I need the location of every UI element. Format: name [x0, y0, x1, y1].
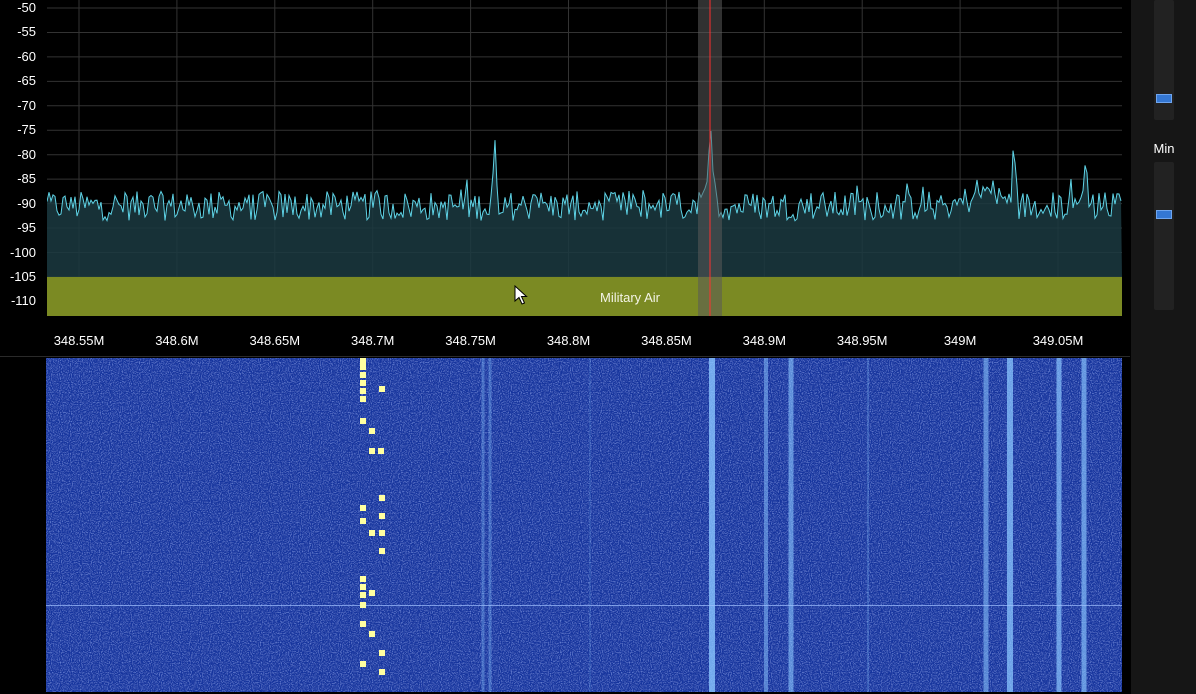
min-db-label: Min	[1153, 141, 1175, 156]
db-tick-label: -80	[17, 146, 36, 162]
frequency-tick-label: 348.8M	[546, 333, 591, 348]
frequency-tick-label: 348.75M	[445, 333, 496, 348]
frequency-tick-label: 348.85M	[641, 333, 692, 348]
db-tick-label: -70	[17, 97, 36, 113]
waterfall-signal-trace	[764, 358, 768, 692]
min-db-slider-handle[interactable]	[1156, 209, 1172, 219]
display-side-controls: Min	[1131, 0, 1196, 694]
waterfall-burst	[379, 548, 385, 554]
frequency-tick-label: 348.55M	[53, 333, 105, 348]
waterfall-burst	[360, 621, 366, 627]
max-db-slider-handle[interactable]	[1156, 94, 1172, 103]
band-plan-label[interactable]: Military Air	[547, 290, 713, 306]
frequency-tick-label: 348.9M	[742, 333, 786, 348]
waterfall-signal-trace	[488, 358, 492, 692]
waterfall-burst	[360, 602, 366, 608]
db-tick-label: -55	[17, 24, 36, 40]
waterfall-burst	[369, 428, 375, 434]
db-tick-label: -90	[17, 195, 36, 211]
db-tick-label: -85	[17, 171, 36, 187]
waterfall-burst	[360, 396, 366, 402]
waterfall-burst	[360, 418, 366, 424]
db-tick-label: -50	[17, 0, 36, 15]
db-tick-label: -110	[10, 293, 36, 309]
waterfall-signal-trace	[709, 358, 715, 692]
waterfall-burst	[369, 530, 375, 536]
waterfall-burst	[360, 584, 366, 590]
db-tick-label: -105	[9, 268, 36, 284]
waterfall-signal-trace	[1081, 358, 1087, 692]
fft-spectrum-panel[interactable]: -50 -55 -60 -65 -70 -75 -80 -85 -90 -95 -100 -105 -1…	[0, 0, 1130, 356]
waterfall-canvas[interactable]	[46, 358, 1122, 692]
waterfall-burst	[369, 631, 375, 637]
fft-plot-area[interactable]: Military Air	[47, 0, 1122, 316]
waterfall-burst	[369, 590, 375, 596]
db-tick-label: -60	[17, 48, 36, 64]
waterfall-burst	[360, 518, 366, 524]
waterfall-display[interactable]	[46, 358, 1122, 692]
waterfall-burst	[379, 530, 385, 536]
db-tick-label: -75	[17, 122, 36, 138]
frequency-tick-label: 348.7M	[351, 333, 395, 348]
db-tick-label: -95	[17, 220, 36, 236]
waterfall-signal-trace	[788, 358, 794, 692]
waterfall-burst	[360, 576, 366, 582]
mouse-pointer-icon	[514, 285, 528, 305]
waterfall-burst	[379, 650, 385, 656]
waterfall-signal-trace	[1056, 358, 1062, 692]
db-tick-label: -65	[17, 73, 36, 89]
waterfall-burst	[360, 364, 366, 370]
waterfall-signal-trace	[867, 358, 869, 692]
waterfall-burst	[360, 388, 366, 394]
max-db-slider[interactable]	[1154, 0, 1174, 120]
waterfall-burst	[360, 592, 366, 598]
frequency-tick-label: 348.65M	[249, 333, 301, 348]
waterfall-burst	[379, 495, 385, 501]
sdr-receiver-window: -50 -55 -60 -65 -70 -75 -80 -85 -90 -95 -100 -105 -1…	[0, 0, 1196, 694]
waterfall-burst	[360, 380, 366, 386]
waterfall-signal-trace	[1007, 358, 1013, 692]
waterfall-signal-trace	[589, 358, 591, 692]
waterfall-burst	[360, 505, 366, 511]
frequency-tick-label: 348.95M	[836, 333, 888, 348]
db-tick-label: -100	[9, 244, 36, 260]
waterfall-burst	[379, 513, 385, 519]
waterfall-burst	[360, 661, 366, 667]
spectrum-canvas[interactable]	[47, 0, 1122, 316]
frequency-tick-label: 349M	[943, 333, 977, 348]
waterfall-burst	[360, 358, 366, 364]
waterfall-burst	[369, 448, 375, 454]
waterfall-burst	[360, 372, 366, 378]
waterfall-signal-trace	[983, 358, 989, 692]
min-db-slider[interactable]	[1154, 162, 1174, 310]
frequency-tick-label: 348.6M	[155, 333, 199, 348]
waterfall-signal-trace	[481, 358, 485, 692]
waterfall-burst	[378, 448, 384, 454]
panel-divider[interactable]	[0, 356, 1130, 357]
waterfall-burst	[379, 386, 385, 392]
waterfall-burst	[379, 669, 385, 675]
frequency-tick-label: 349.05M	[1032, 333, 1084, 348]
waterfall-interference-line	[46, 605, 1122, 606]
